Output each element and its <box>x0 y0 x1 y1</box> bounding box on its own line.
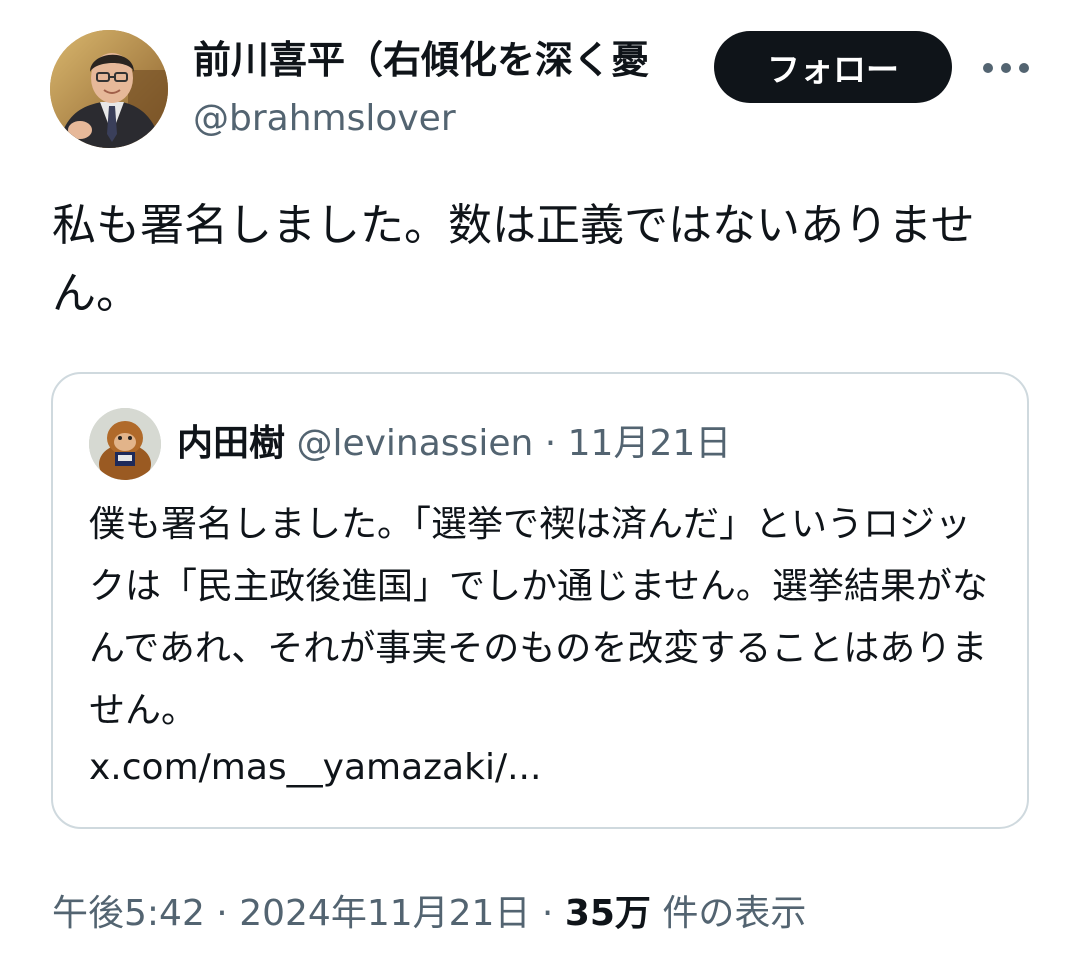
quote-author-handle[interactable]: @levinassien <box>296 423 533 464</box>
author-avatar-image <box>50 30 168 148</box>
quote-separator: · <box>544 423 557 464</box>
quote-date[interactable]: 11月21日 <box>568 423 732 464</box>
tweet-meta: 午後5:42 · 2024年11月21日 · 35万 件の表示 <box>52 886 806 942</box>
views-label: 件の表示 <box>662 893 807 934</box>
tweet-time[interactable]: 午後5:42 <box>52 893 205 934</box>
quote-author-avatar[interactable] <box>89 408 161 480</box>
author-handle[interactable]: @brahmslover <box>193 95 456 143</box>
meta-separator: · <box>216 893 228 934</box>
more-options-button[interactable] <box>976 50 1036 86</box>
author-display-name[interactable]: 前川喜平（右傾化を深く憂 <box>193 34 701 86</box>
tweet-date[interactable]: 2024年11月21日 <box>239 893 530 934</box>
quote-avatar-image <box>89 408 161 480</box>
tweet: 前川喜平（右傾化を深く憂 @brahmslover フォロー 私も署名しました。… <box>0 0 1080 975</box>
quote-text: 僕も署名しました。「選挙で禊は済んだ」というロジックは「民主政後進国」でしか通じ… <box>89 504 988 731</box>
tweet-text: 私も署名しました。数は正義ではないありません。 <box>52 200 975 319</box>
quote-link[interactable]: x.com/mas__yamazaki/... <box>89 742 541 794</box>
meta-separator: · <box>541 893 554 934</box>
views-count[interactable]: 35万 <box>565 893 651 934</box>
follow-button[interactable]: フォロー <box>714 31 952 103</box>
author-avatar[interactable] <box>50 30 168 148</box>
quote-header: 内田樹 @levinassien · 11月21日 <box>177 418 731 470</box>
quoted-tweet-card[interactable]: 内田樹 @levinassien · 11月21日 僕も署名しました。「選挙で禊… <box>51 372 1029 829</box>
quote-author-name[interactable]: 内田樹 <box>177 423 285 464</box>
more-horizontal-icon <box>983 63 1029 73</box>
